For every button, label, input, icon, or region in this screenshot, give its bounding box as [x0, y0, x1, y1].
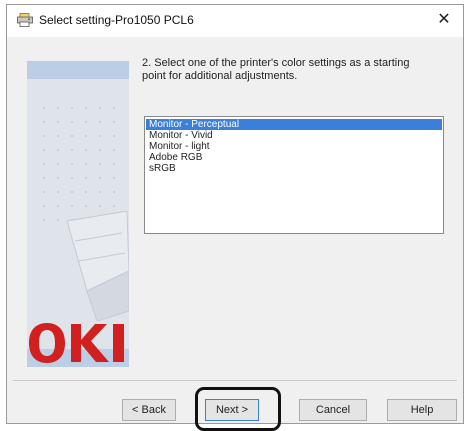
title-bar: Select setting-Pro1050 PCL6 ✕	[7, 5, 463, 37]
list-item-monitor-vivid[interactable]: Monitor - Vivid	[146, 130, 442, 141]
banner-top-band	[27, 61, 129, 79]
cancel-button[interactable]: Cancel	[299, 399, 367, 421]
back-button[interactable]: < Back	[122, 399, 176, 421]
printer-app-icon	[17, 13, 33, 27]
color-settings-listbox[interactable]: Monitor - Perceptual Monitor - Vivid Mon…	[144, 116, 444, 234]
dialog-window: Select setting-Pro1050 PCL6 ✕ 2. Select …	[6, 4, 464, 431]
help-button[interactable]: Help	[387, 399, 457, 421]
next-button[interactable]: Next >	[205, 399, 259, 421]
list-item-srgb[interactable]: sRGB	[146, 163, 442, 174]
close-icon[interactable]: ✕	[435, 11, 453, 29]
window-title: Select setting-Pro1050 PCL6	[39, 13, 194, 27]
banner-dot-pattern	[37, 101, 121, 221]
printer-illustration	[66, 211, 129, 321]
list-item-monitor-perceptual[interactable]: Monitor - Perceptual	[146, 119, 442, 130]
list-item-adobe-rgb[interactable]: Adobe RGB	[146, 152, 442, 163]
instruction-text: 2. Select one of the printer's color set…	[142, 57, 410, 82]
oki-logo	[29, 323, 124, 363]
dialog-content: 2. Select one of the printer's color set…	[7, 37, 463, 431]
list-item-monitor-light[interactable]: Monitor - light	[146, 141, 442, 152]
button-divider	[13, 380, 457, 381]
